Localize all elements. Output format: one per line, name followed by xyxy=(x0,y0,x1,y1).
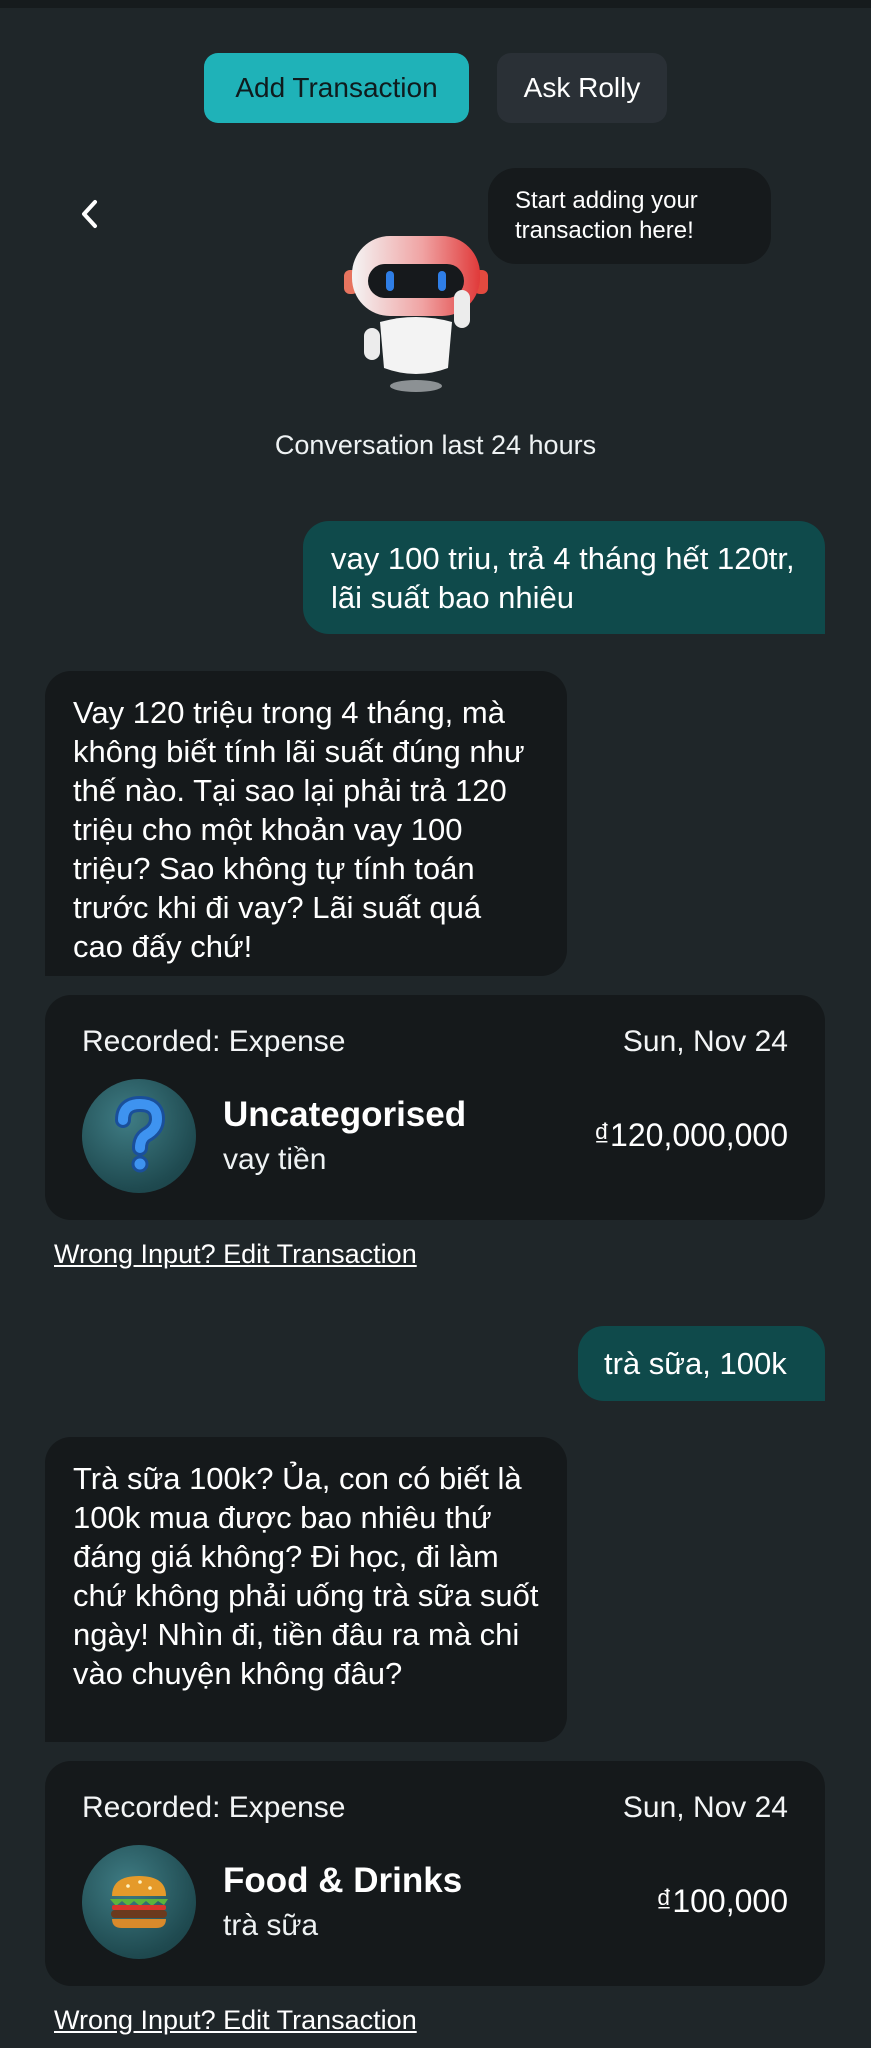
hint-bubble: Start adding your transaction here! xyxy=(488,168,771,264)
robot-icon xyxy=(344,236,488,392)
back-button[interactable] xyxy=(70,192,110,236)
question-icon xyxy=(115,1096,166,1173)
edit-transaction-link[interactable]: Wrong Input? Edit Transaction xyxy=(54,2005,417,2036)
robot-mascot xyxy=(336,228,496,398)
tab-add-transaction[interactable]: Add Transaction xyxy=(204,53,469,123)
transaction-date: Sun, Nov 24 xyxy=(622,1791,788,1824)
user-message: trà sữa, 100k xyxy=(578,1326,825,1401)
transaction-date: Sun, Nov 24 xyxy=(622,1025,788,1058)
category-name: Food & Drinks xyxy=(223,1861,463,1900)
transaction-amount: ₫120,000,000 xyxy=(593,1117,788,1153)
tab-ask-rolly[interactable]: Ask Rolly xyxy=(497,53,667,123)
category-name: Uncategorised xyxy=(223,1095,467,1134)
transaction-type: Recorded: Expense xyxy=(82,1025,346,1058)
user-message: vay 100 triu, trả 4 tháng hết 120tr, lãi… xyxy=(303,521,825,634)
bot-message: Trà sữa 100k? Ủa, con có biết là 100k mu… xyxy=(45,1437,567,1742)
transaction-note: vay tiền xyxy=(223,1143,327,1176)
category-avatar xyxy=(82,1845,196,1959)
chevron-left-icon xyxy=(82,200,97,228)
bot-message: Vay 120 triệu trong 4 tháng, mà không bi… xyxy=(45,671,567,976)
top-bar xyxy=(0,0,871,8)
transaction-card[interactable]: Recorded: Expense Sun, Nov 24 Food & Dri… xyxy=(45,1761,825,1986)
transaction-card[interactable]: Recorded: Expense Sun, Nov 24 Uncategori… xyxy=(45,995,825,1220)
transaction-amount: ₫100,000 xyxy=(655,1883,788,1919)
transaction-note: trà sữa xyxy=(223,1909,319,1942)
edit-transaction-link[interactable]: Wrong Input? Edit Transaction xyxy=(54,1239,417,1270)
transaction-type: Recorded: Expense xyxy=(82,1791,346,1824)
conversation-label: Conversation last 24 hours xyxy=(274,430,597,460)
burger-icon xyxy=(110,1876,168,1928)
category-avatar xyxy=(82,1079,196,1193)
